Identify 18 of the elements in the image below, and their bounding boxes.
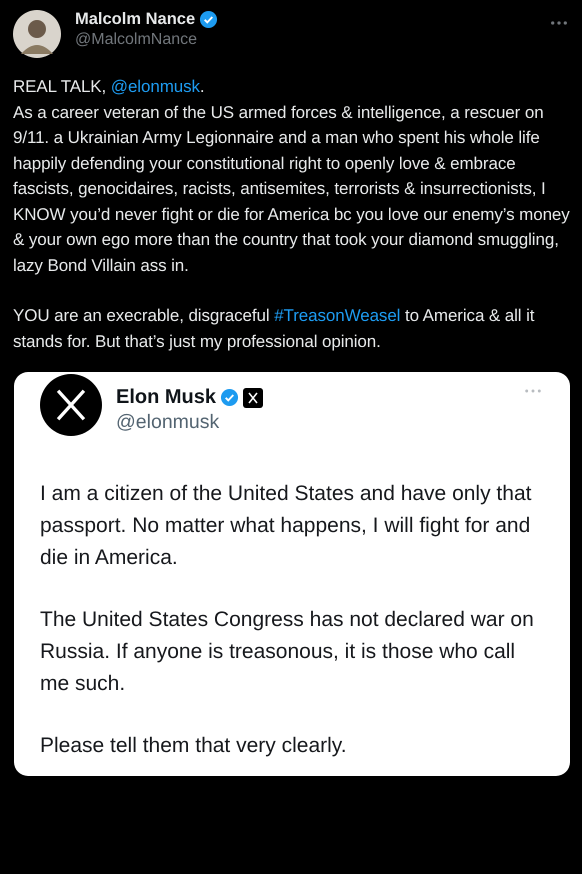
- embedded-screenshot[interactable]: [14, 372, 570, 776]
- tweet-text: REAL TALK, @elonmusk.: [13, 76, 206, 98]
- affiliation-icon: [243, 388, 264, 408]
- author-handle: @elonmusk: [116, 411, 220, 434]
- link[interactable]: #TreasonWeasel: [274, 306, 400, 325]
- tweet-text: As a career veteran of the US armed forces & intelligence, a rescuer on 9/11. a Ukrainian Army Legionnaire and a man who spent his whole life happily defending your constitutional right to openly love & embrace fascists, genocidaires, racists, antisemites, terrorists & insurrectionists, I KNOW you’d never fight or die for America bc you love our enemy’s money & your own ego more than the country that took your diamond smuggling, lazy Bond Villain ass in.: [13, 102, 570, 276]
- avatar[interactable]: [13, 10, 61, 58]
- author-name: Elon Musk: [116, 386, 216, 409]
- tweet-text: Please tell them that very clearly.: [40, 733, 348, 759]
- more-options-icon[interactable]: [550, 20, 568, 26]
- link[interactable]: @elonmusk: [110, 77, 200, 96]
- tweet-text: YOU are an execrable, disgraceful #TreasonWeasel to America & all it stands for. But that’s just my professional opinion.: [13, 305, 536, 352]
- more-options-icon: [524, 388, 542, 394]
- tweet-text: I am a citizen of the United States and have only that passport. No matter what happens, I will fight for and die in America.: [40, 481, 532, 571]
- author-handle[interactable]: @MalcolmNance: [75, 31, 536, 49]
- author-name[interactable]: Malcolm Nance: [75, 10, 196, 29]
- avatar: [40, 374, 102, 436]
- tweet-text: The United States Congress has not declared war on Russia. If anyone is treasonous, it is those who call me such.: [40, 607, 535, 697]
